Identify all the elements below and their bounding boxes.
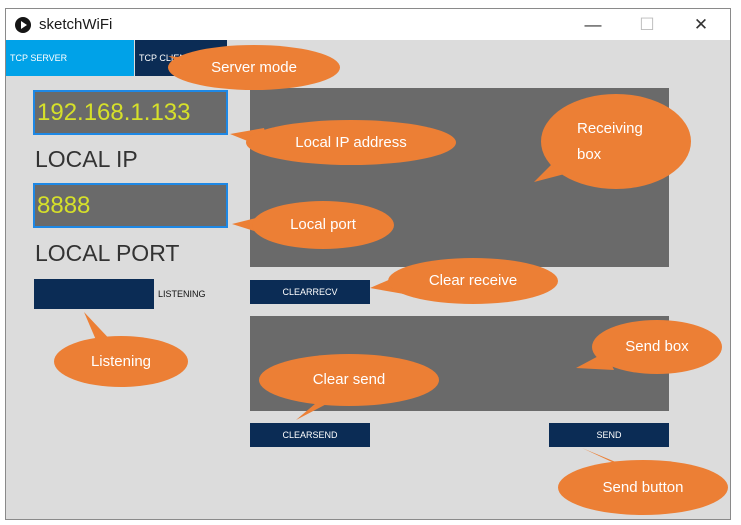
callout-local-ip: Local IP address <box>246 120 456 165</box>
callout-clear-send-text: Clear send <box>312 371 386 388</box>
callout-receiving-box-text: Receiving box <box>577 116 643 168</box>
callout-local-port: Local port <box>252 201 394 249</box>
callout-clear-receive-text: Clear receive <box>428 272 518 289</box>
callout-send-box-text: Send box <box>625 338 689 355</box>
callout-receiving-box-line2: box <box>577 145 602 163</box>
callout-local-ip-text: Local IP address <box>295 133 407 151</box>
callout-receiving-box-line1: Receiving <box>577 119 643 137</box>
callout-local-port-text: Local port <box>290 216 356 233</box>
callout-send-button-text: Send button <box>602 478 684 496</box>
callout-listening: Listening <box>54 336 188 387</box>
callout-clear-receive: Clear receive <box>388 258 558 304</box>
callout-clear-send: Clear send <box>259 354 439 406</box>
callout-pointers <box>84 56 630 468</box>
callout-send-box: Send box <box>592 320 722 374</box>
callout-send-button: Send button <box>558 460 728 515</box>
callout-server-mode-text: Server mode <box>211 58 297 76</box>
callout-server-mode: Server mode <box>168 45 340 90</box>
callout-listening-text: Listening <box>90 352 152 370</box>
callout-receiving-box: Receiving box <box>541 94 691 189</box>
